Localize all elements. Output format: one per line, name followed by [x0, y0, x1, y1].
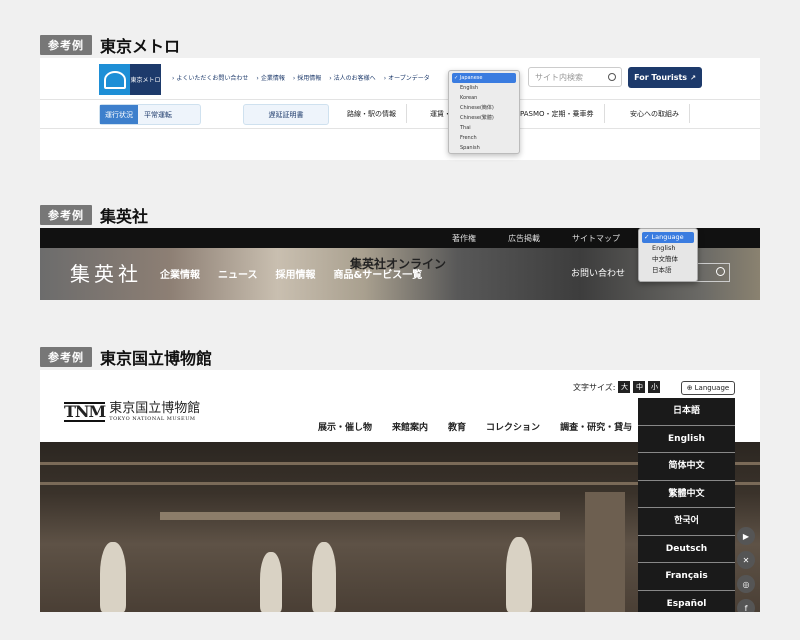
section-title: 東京メトロ	[100, 37, 181, 56]
nav-collection[interactable]: コレクション	[486, 420, 540, 433]
nav-pasmo[interactable]: PASMO・定期・乗車券	[510, 104, 605, 123]
tnm-name: 東京国立博物館	[109, 401, 201, 416]
language-button[interactable]: ⊕ Language	[681, 381, 735, 395]
menu-recruit[interactable]: 採用情報	[276, 266, 316, 281]
main-menu: 企業情報 ニュース 採用情報 商品&サービス一覧	[160, 266, 422, 281]
contact-link[interactable]: お問い合わせ	[571, 266, 625, 279]
statue	[260, 552, 282, 612]
section-label-metro: 参考例 東京メトロ	[40, 33, 180, 57]
font-size-small[interactable]: 小	[648, 381, 661, 393]
divider	[40, 128, 760, 129]
statue	[312, 542, 336, 612]
divider	[40, 99, 760, 100]
statue	[100, 542, 126, 612]
section-label-tnm: 参考例 東京国立博物館	[40, 345, 212, 369]
language-item[interactable]: 한국어	[638, 508, 735, 536]
language-option[interactable]: 日本語	[642, 265, 694, 276]
language-item[interactable]: 繁體中文	[638, 481, 735, 508]
link-advertising[interactable]: 広告掲載	[508, 233, 540, 244]
metro-header-screenshot: 東京メトロ よくいただくお問い合わせ 企業情報 採用情報 法人のお客様へ オープ…	[40, 58, 760, 160]
language-dropdown[interactable]: ✓ Language English 中文簡体 日本語	[638, 228, 698, 282]
pillar	[585, 492, 625, 612]
metro-m-icon	[99, 64, 130, 95]
nav-visit[interactable]: 来館案内	[392, 420, 428, 433]
utility-links: よくいただくお問い合わせ 企業情報 採用情報 法人のお客様へ オープンデータ	[172, 73, 430, 82]
balcony	[160, 512, 560, 520]
search-icon	[608, 73, 616, 81]
link-recruit[interactable]: 採用情報	[293, 73, 321, 82]
search-icon	[716, 267, 725, 276]
language-option[interactable]: English	[452, 83, 516, 93]
language-item[interactable]: Français	[638, 563, 735, 591]
main-nav: 展示・催し物 来館案内 教育 コレクション 調査・研究・貸与	[318, 420, 632, 433]
tnm-mark: TNM	[64, 402, 106, 422]
shueisha-header-screenshot: 著作権 広告掲載 サイトマップ 集英社オンライン 集英社 企業情報 ニュース 採…	[40, 228, 760, 300]
font-size-large[interactable]: 大	[618, 381, 631, 393]
tnm-logo[interactable]: TNM 東京国立博物館 TOKYO NATIONAL MUSEUM	[64, 402, 200, 422]
section-label-shueisha: 参考例 集英社	[40, 203, 148, 227]
operation-status[interactable]: 運行状況 平常運転	[99, 104, 201, 125]
language-option[interactable]: ✓ Japanese	[452, 73, 516, 83]
language-option[interactable]: English	[642, 243, 694, 254]
reference-tag: 参考例	[40, 35, 92, 55]
language-option[interactable]: French	[452, 133, 516, 143]
tnm-name-en: TOKYO NATIONAL MUSEUM	[109, 416, 196, 422]
language-option[interactable]: Chinese(簡体)	[452, 103, 516, 113]
language-option[interactable]: Chinese(繁體)	[452, 113, 516, 123]
section-title: 集英社	[100, 207, 149, 226]
youtube-icon[interactable]: ▶	[737, 527, 755, 545]
link-copyright[interactable]: 著作権	[452, 233, 476, 244]
reference-tag: 参考例	[40, 347, 92, 367]
language-menu: 日本語 English 简体中文 繁體中文 한국어 Deutsch França…	[638, 398, 735, 612]
link-faq[interactable]: よくいただくお問い合わせ	[172, 73, 248, 82]
external-link-icon: ↗	[690, 73, 696, 82]
language-option[interactable]: Korean	[452, 93, 516, 103]
language-option[interactable]: Spanish	[452, 143, 516, 153]
status-value: 平常運転	[144, 110, 172, 119]
menu-products[interactable]: 商品&サービス一覧	[334, 266, 423, 281]
link-sitemap[interactable]: サイトマップ	[572, 233, 620, 244]
menu-news[interactable]: ニュース	[218, 266, 258, 281]
for-tourists-button[interactable]: For Tourists ↗	[628, 67, 702, 88]
nav-research[interactable]: 調査・研究・貸与	[560, 420, 632, 433]
language-item[interactable]: Deutsch	[638, 536, 735, 563]
language-item[interactable]: 日本語	[638, 398, 735, 426]
statue	[506, 537, 532, 612]
site-search-input[interactable]: サイト内検索	[528, 67, 622, 87]
social-links: ▶ ✕ ◎ f	[737, 527, 755, 612]
instagram-icon[interactable]: ◎	[737, 575, 755, 593]
font-size-label: 文字サイズ:	[573, 382, 616, 392]
language-option[interactable]: Thai	[452, 123, 516, 133]
language-option[interactable]: 中文簡体	[642, 254, 694, 265]
status-label: 運行状況	[100, 105, 138, 124]
metro-logo[interactable]: 東京メトロ	[99, 64, 161, 95]
nav-education[interactable]: 教育	[448, 420, 466, 433]
menu-corporate[interactable]: 企業情報	[160, 266, 200, 281]
facebook-icon[interactable]: f	[737, 599, 755, 612]
font-size-medium[interactable]: 中	[633, 381, 646, 393]
nav-line-station[interactable]: 路線・駅の情報	[337, 104, 407, 123]
language-item[interactable]: English	[638, 426, 735, 453]
tnm-header-screenshot: TNM 東京国立博物館 TOKYO NATIONAL MUSEUM 文字サイズ:…	[40, 370, 760, 612]
shueisha-logo[interactable]: 集英社	[70, 258, 142, 287]
language-item[interactable]: 简体中文	[638, 453, 735, 481]
metro-logo-text: 東京メトロ	[130, 64, 161, 95]
nav-safety[interactable]: 安心への取組み	[620, 104, 690, 123]
nav-exhibitions[interactable]: 展示・催し物	[318, 420, 372, 433]
section-title: 東京国立博物館	[100, 349, 213, 368]
link-business[interactable]: 法人のお客様へ	[329, 73, 376, 82]
link-corporate[interactable]: 企業情報	[256, 73, 285, 82]
language-dropdown[interactable]: ✓ Japanese English Korean Chinese(簡体) Ch…	[448, 70, 520, 154]
language-item[interactable]: Español	[638, 591, 735, 613]
x-icon[interactable]: ✕	[737, 551, 755, 569]
reference-tag: 参考例	[40, 205, 92, 225]
language-option[interactable]: ✓ Language	[642, 232, 694, 243]
globe-icon: ⊕	[686, 384, 693, 392]
link-open-data[interactable]: オープンデータ	[384, 73, 430, 82]
delay-certificate-button[interactable]: 遅延証明書	[243, 104, 329, 125]
font-size-controls: 文字サイズ: 大 中 小	[573, 381, 661, 393]
